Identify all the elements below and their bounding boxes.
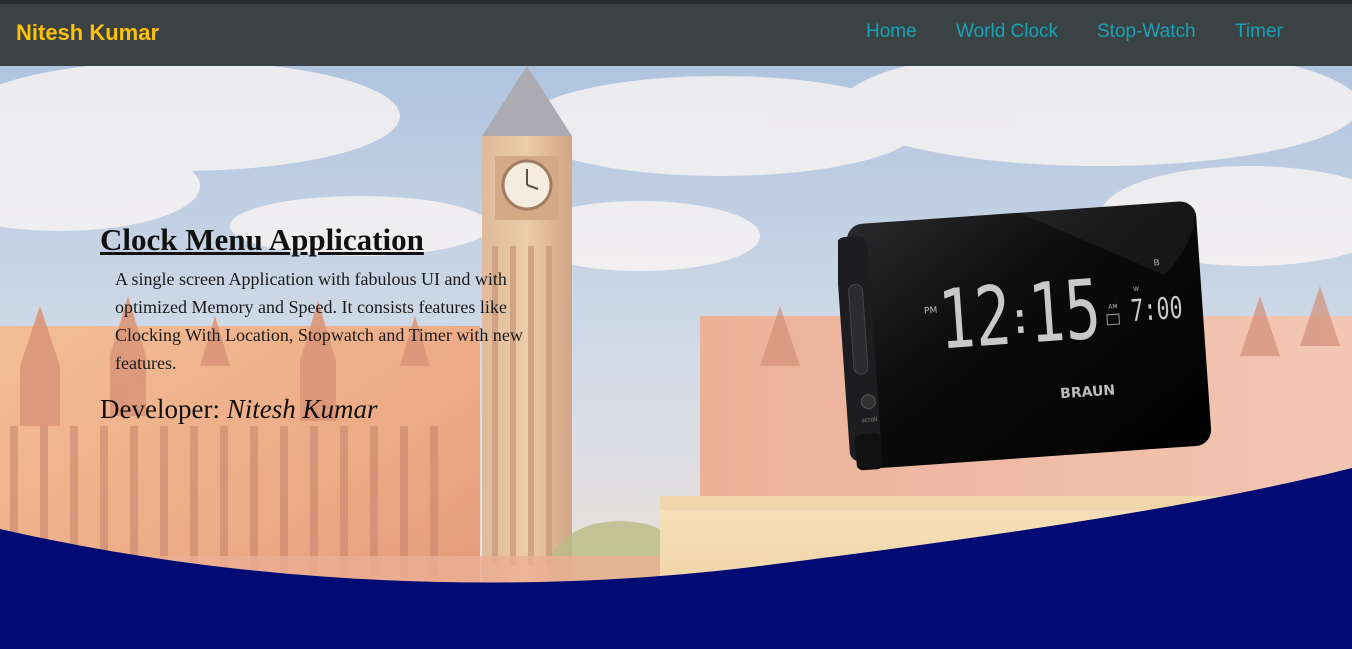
nav-timer[interactable]: Timer: [1235, 21, 1283, 43]
app-description: A single screen Application with fabulou…: [115, 269, 523, 373]
developer-credit: Developer: Nitesh Kumar: [100, 394, 377, 425]
hero-section: Clock Menu Application A single screen A…: [0, 66, 1352, 649]
nav-world-clock[interactable]: World Clock: [956, 21, 1058, 43]
nav-links: Home World Clock Stop-Watch Timer: [0, 21, 1352, 51]
clock-hours: 12: [936, 269, 1014, 369]
am-label: AM: [1108, 303, 1118, 311]
alarm-day: W: [1133, 286, 1139, 293]
clock-minutes: 15: [1025, 262, 1103, 362]
nav-home[interactable]: Home: [866, 21, 917, 43]
alarm-clock-image: scroll PM 12 : 15 AM W 7:00 ʙ BRAUN: [838, 200, 1212, 471]
developer-name: Nitesh Kumar: [226, 394, 378, 424]
navbar: Nitesh Kumar Home World Clock Stop-Watch…: [0, 4, 1352, 66]
developer-label: Developer:: [100, 394, 227, 424]
pm-label: PM: [924, 306, 938, 317]
scroll-label: scroll: [862, 416, 879, 424]
alarm-time: 7:00: [1129, 291, 1183, 330]
nav-stop-watch[interactable]: Stop-Watch: [1097, 21, 1196, 43]
page-title: Clock Menu Application: [100, 222, 424, 257]
